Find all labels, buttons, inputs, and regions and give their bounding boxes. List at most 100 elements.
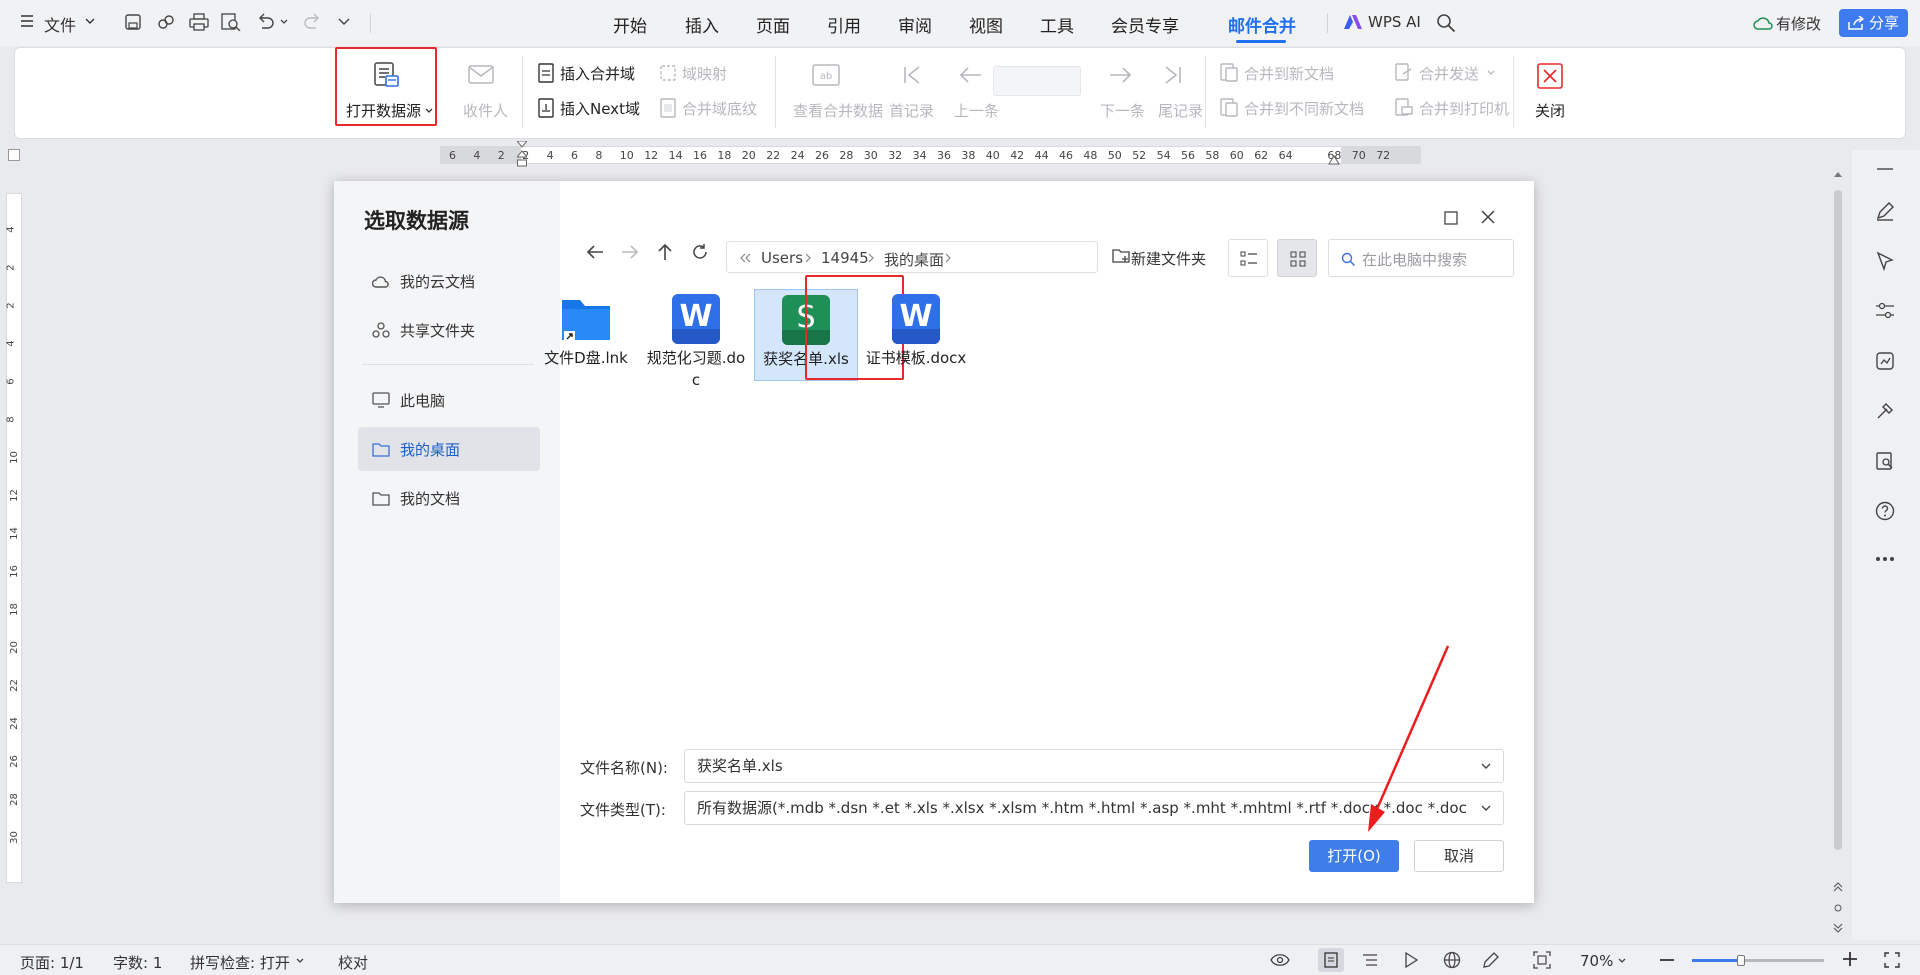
book-search-icon[interactable]	[1870, 446, 1900, 476]
file-menu[interactable]: 文件	[44, 12, 76, 36]
sidebar-item-cloud-docs[interactable]: 我的云文档	[358, 259, 540, 303]
pen-icon[interactable]	[1870, 196, 1900, 226]
fit-page-icon[interactable]	[1533, 951, 1551, 969]
search-icon[interactable]	[1436, 13, 1456, 33]
sliders-icon[interactable]	[1870, 296, 1900, 326]
tab-review[interactable]: 审阅	[898, 12, 932, 37]
next-record-button[interactable]: 下一条	[1085, 51, 1145, 128]
sidebar-item-desktop[interactable]: 我的桌面	[358, 427, 540, 471]
insert-next-field-button[interactable]: 插入Next域	[525, 97, 650, 121]
tab-member[interactable]: 会员专享	[1111, 12, 1179, 37]
fullscreen-icon[interactable]	[1884, 952, 1900, 968]
more-icon[interactable]	[1870, 544, 1900, 574]
wps-ai-icon[interactable]	[1343, 14, 1363, 30]
sidebar-item-documents[interactable]: 我的文档	[358, 476, 540, 520]
cancel-button[interactable]: 取消	[1414, 840, 1504, 872]
merge-to-new-doc-button[interactable]: 合并到新文档	[1207, 62, 1347, 86]
chevron-down-icon[interactable]	[280, 19, 288, 25]
breadcrumb[interactable]: Users 14945 我的桌面	[726, 241, 1098, 273]
tab-tools[interactable]: 工具	[1040, 12, 1074, 37]
merge-field-shading-button[interactable]: 合并域底纹	[645, 97, 770, 121]
print-preview-icon[interactable]	[221, 13, 241, 31]
breadcrumb-item[interactable]: Users	[761, 249, 803, 267]
horizontal-ruler[interactable]: 6422468101214161820222426283032343638404…	[440, 141, 1421, 167]
list-view-button[interactable]	[1228, 239, 1268, 277]
first-record-button[interactable]: 首记录	[882, 51, 942, 128]
scroll-up-arrow-icon[interactable]	[1833, 170, 1843, 178]
page-indicator[interactable]: 页面: 1/1	[20, 952, 84, 973]
right-indent-marker[interactable]	[1328, 153, 1340, 165]
has-changes-status[interactable]: 有修改	[1776, 13, 1821, 34]
tab-page[interactable]: 页面	[756, 12, 790, 37]
merge-to-diff-docs-button[interactable]: 合并到不同新文档	[1207, 97, 1382, 121]
save-icon[interactable]	[124, 13, 142, 31]
tab-insert[interactable]: 插入	[685, 12, 719, 37]
hamburger-icon[interactable]	[20, 14, 34, 28]
left-indent-marker[interactable]	[517, 141, 527, 171]
cursor-select-icon[interactable]	[1870, 246, 1900, 276]
tab-mail-merge[interactable]: 邮件合并	[1228, 12, 1296, 37]
zoom-out-icon[interactable]	[1660, 958, 1674, 962]
zoom-slider-thumb[interactable]	[1736, 955, 1745, 966]
file-item[interactable]: W 证书模板.docx	[864, 291, 968, 369]
ruler-corner[interactable]	[8, 149, 20, 161]
maximize-icon[interactable]	[1444, 211, 1458, 225]
insert-merge-field-button[interactable]: 插入合并域	[525, 62, 650, 86]
vertical-ruler[interactable]: 4 2 2 4 6 8 10 12 14 16 18 20 22 24 26 28 30	[6, 193, 22, 883]
proofread-button[interactable]: 校对	[338, 952, 368, 973]
file-item[interactable]: 文件D盘.lnk	[534, 291, 638, 369]
chevron-down-icon[interactable]	[1618, 958, 1626, 964]
page-view-button[interactable]	[1318, 948, 1344, 972]
breadcrumb-item[interactable]: 14945	[821, 249, 869, 267]
recipients-button[interactable]: 收件人	[446, 51, 516, 128]
link-icon[interactable]	[157, 13, 175, 31]
eye-icon[interactable]	[1270, 953, 1290, 967]
tab-references[interactable]: 引用	[827, 12, 861, 37]
double-chevron-left-icon[interactable]	[739, 253, 751, 263]
minus-icon[interactable]	[1870, 154, 1900, 184]
field-mapping-button[interactable]: 域映射	[645, 62, 745, 86]
search-input[interactable]: 在此电脑中搜索	[1328, 239, 1514, 277]
cloud-sync-icon[interactable]	[1753, 15, 1773, 31]
image-edit-icon[interactable]	[1870, 346, 1900, 376]
view-merged-data-button[interactable]: ab 查看合并数据	[777, 51, 883, 128]
scroll-controls[interactable]	[1832, 880, 1844, 936]
record-number-input[interactable]	[993, 66, 1081, 96]
play-icon[interactable]	[1404, 952, 1418, 968]
close-icon[interactable]	[1480, 209, 1496, 225]
vertical-scrollbar[interactable]	[1834, 190, 1842, 850]
breadcrumb-item[interactable]: 我的桌面	[884, 249, 944, 270]
wps-ai-button[interactable]: WPS AI	[1368, 13, 1421, 31]
chevron-down-icon[interactable]	[1481, 805, 1491, 812]
tab-home[interactable]: 开始	[613, 12, 647, 37]
chevron-down-icon[interactable]	[1481, 763, 1491, 770]
last-record-button[interactable]: 尾记录	[1143, 51, 1203, 128]
sidebar-item-this-pc[interactable]: 此电脑	[358, 378, 540, 422]
share-button[interactable]: 分享	[1839, 9, 1908, 37]
zoom-in-icon[interactable]	[1843, 952, 1857, 966]
zoom-level[interactable]: 70%	[1580, 952, 1613, 970]
merge-to-printer-button[interactable]: 合并到打印机	[1381, 97, 1521, 121]
up-arrow-icon[interactable]	[652, 239, 678, 265]
spell-check-toggle[interactable]: 拼写检查: 打开	[190, 952, 290, 973]
outline-view-icon[interactable]	[1362, 953, 1378, 967]
grid-view-button[interactable]	[1277, 239, 1317, 277]
zoom-slider[interactable]	[1692, 955, 1824, 966]
redo-icon[interactable]	[304, 13, 322, 31]
globe-icon[interactable]	[1443, 951, 1461, 969]
new-folder-button[interactable]: 新建文件夹	[1112, 245, 1212, 271]
help-icon[interactable]	[1870, 496, 1900, 526]
prev-record-button[interactable]: 上一条	[939, 51, 999, 128]
chevron-down-icon[interactable]	[296, 958, 304, 964]
word-count[interactable]: 字数: 1	[113, 952, 162, 973]
undo-icon[interactable]	[256, 13, 274, 31]
open-button[interactable]: 打开(O)	[1309, 840, 1399, 872]
tools-icon[interactable]	[1870, 396, 1900, 426]
print-icon[interactable]	[189, 13, 209, 31]
pen-edit-icon[interactable]	[1482, 951, 1500, 969]
chevron-down-icon[interactable]	[338, 18, 350, 26]
merge-send-button[interactable]: 合并发送	[1381, 62, 1501, 86]
chevron-down-icon[interactable]	[85, 18, 95, 26]
tab-view[interactable]: 视图	[969, 12, 1003, 37]
forward-arrow-icon[interactable]	[617, 239, 643, 265]
